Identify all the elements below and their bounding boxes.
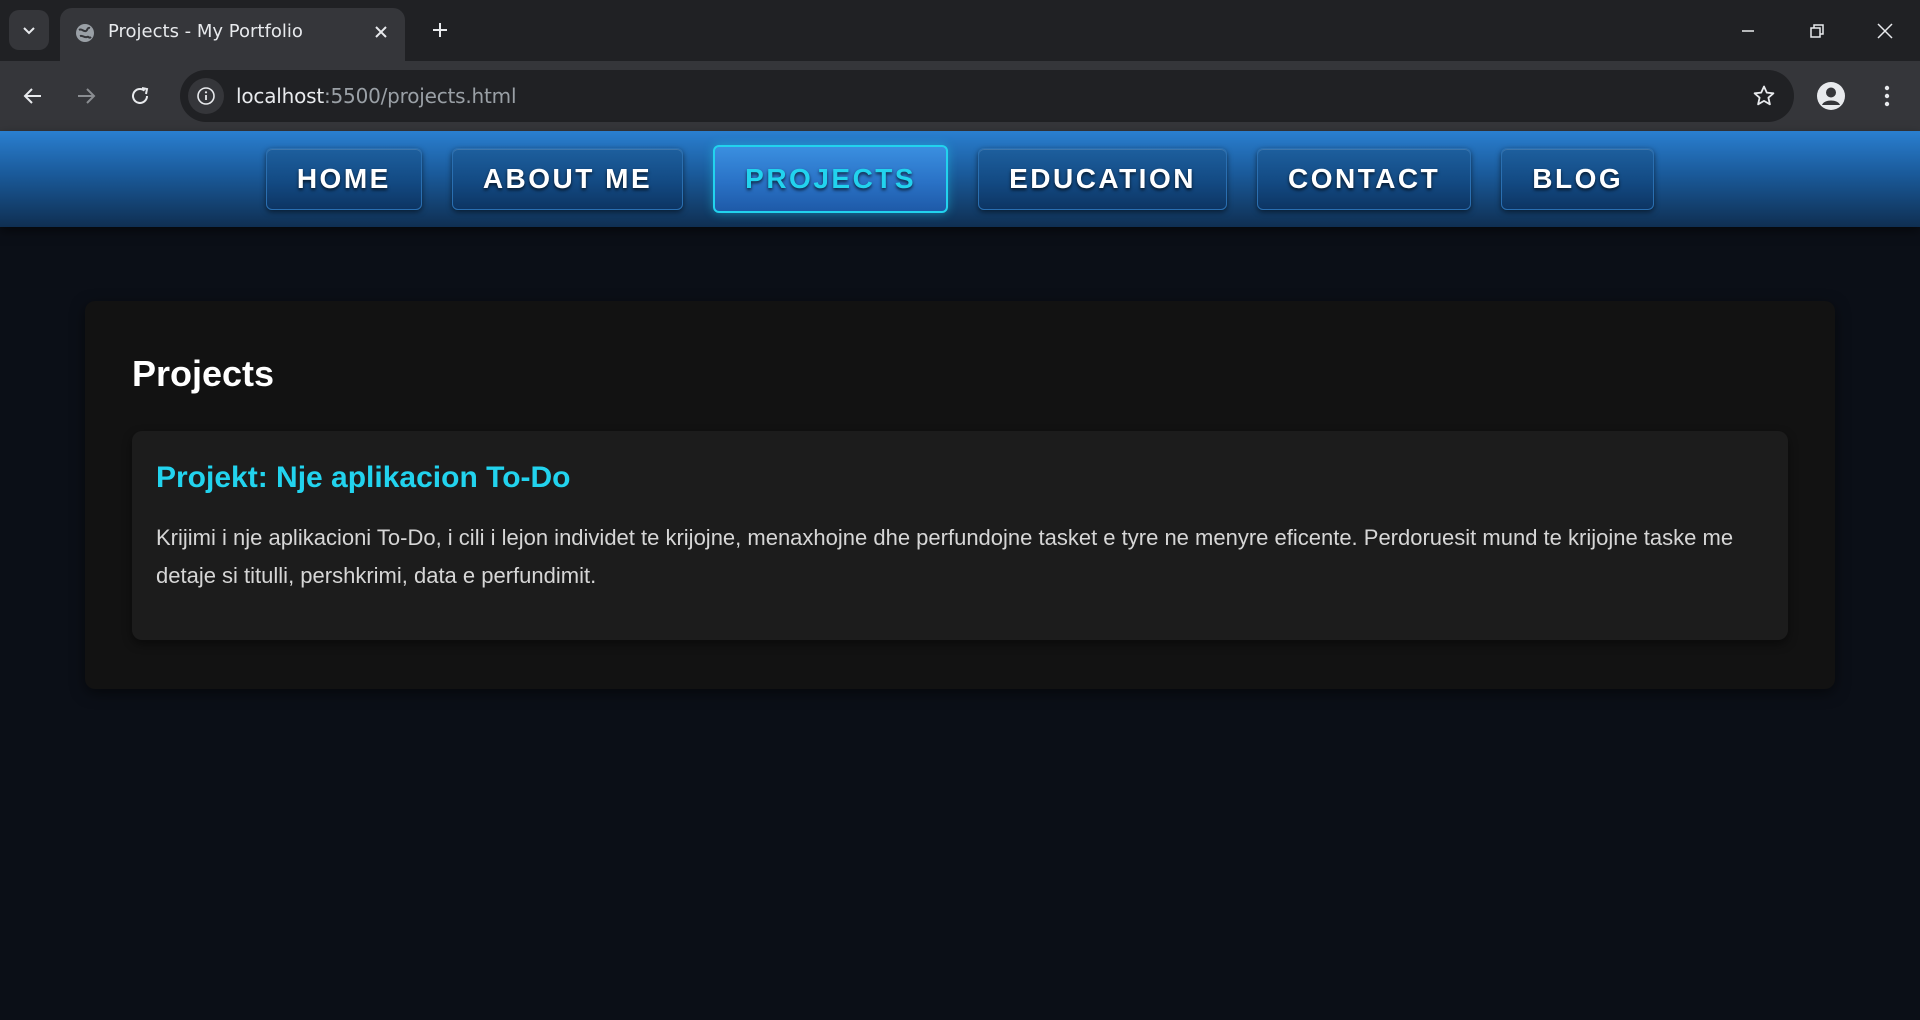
url-text: localhost:5500/projects.html — [236, 84, 517, 108]
address-bar[interactable]: localhost:5500/projects.html — [180, 70, 1794, 122]
plus-icon — [433, 23, 447, 37]
account-icon — [1817, 82, 1845, 110]
tab-search-button[interactable] — [9, 10, 49, 50]
projects-section: Projects Projekt: Nje aplikacion To-Do K… — [85, 301, 1835, 689]
site-navbar: HOME ABOUT ME PROJECTS EDUCATION CONTACT… — [0, 131, 1920, 227]
browser-menu-button[interactable] — [1870, 77, 1904, 115]
chevron-down-icon — [23, 27, 35, 35]
browser-tabstrip: Projects - My Portfolio — [0, 0, 1920, 61]
tab-title: Projects - My Portfolio — [108, 21, 303, 42]
close-icon — [375, 26, 387, 38]
back-button[interactable] — [14, 77, 52, 115]
globe-icon — [76, 24, 94, 42]
nav-contact[interactable]: CONTACT — [1256, 148, 1472, 210]
close-icon — [1877, 22, 1893, 39]
forward-button[interactable] — [67, 77, 105, 115]
project-title: Projekt: Nje aplikacion To-Do — [156, 461, 571, 494]
nav-about-me[interactable]: ABOUT ME — [451, 148, 684, 210]
browser-tab-active[interactable]: Projects - My Portfolio — [60, 8, 405, 61]
restore-icon — [1810, 23, 1824, 38]
url-host: localhost — [236, 84, 324, 108]
star-icon — [1753, 85, 1775, 106]
project-description: Krijimi i nje aplikacioni To-Do, i cili … — [156, 525, 1734, 588]
reload-button[interactable] — [121, 77, 159, 115]
tab-close-button[interactable] — [367, 18, 395, 46]
arrow-right-icon — [78, 88, 96, 104]
nav-blog[interactable]: BLOG — [1501, 148, 1655, 210]
browser-toolbar: localhost:5500/projects.html — [0, 61, 1920, 131]
minimize-button[interactable] — [1713, 0, 1783, 61]
page-title: Projects — [132, 353, 275, 394]
nav-education[interactable]: EDUCATION — [978, 148, 1227, 210]
url-path: :5500/projects.html — [323, 84, 517, 108]
info-icon — [197, 87, 215, 105]
nav-projects[interactable]: PROJECTS — [713, 145, 949, 213]
new-tab-button[interactable] — [422, 12, 458, 48]
more-vertical-icon — [1884, 85, 1890, 107]
minimize-icon — [1742, 29, 1754, 32]
reload-icon — [132, 87, 149, 104]
bookmark-button[interactable] — [1750, 82, 1778, 110]
nav-home[interactable]: HOME — [265, 148, 422, 210]
restore-button[interactable] — [1782, 0, 1852, 61]
arrow-left-icon — [23, 88, 41, 104]
page-viewport: HOME ABOUT ME PROJECTS EDUCATION CONTACT… — [0, 131, 1920, 1020]
site-info-button[interactable] — [188, 78, 224, 114]
project-card: Projekt: Nje aplikacion To-Do Krijimi i … — [132, 431, 1788, 640]
close-window-button[interactable] — [1850, 0, 1920, 61]
profile-button[interactable] — [1812, 77, 1850, 115]
